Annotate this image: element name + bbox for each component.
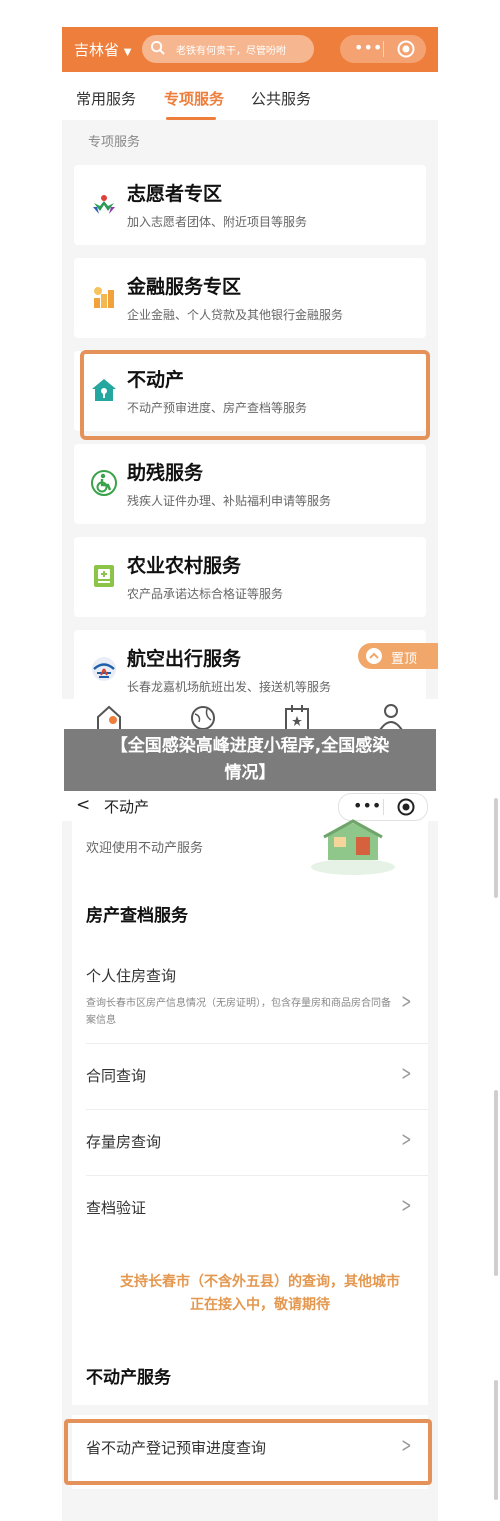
page-title: 不动产 [104, 798, 150, 816]
card-title: 助残服务 [127, 462, 204, 484]
card-desc: 残疾人证件办理、补贴福利申请等服务 [127, 494, 332, 508]
card-disability[interactable]: 助残服务 残疾人证件办理、补贴福利申请等服务 [74, 444, 426, 524]
real-estate-screen: < 不动产 ••• 欢迎使用不动产服务 房产查档服务 个人住房查询 查询长春市区… [62, 791, 438, 1521]
highlight-box [64, 1419, 432, 1485]
miniprogram-capsule: ••• [340, 35, 426, 63]
card-title: 航空出行服务 [127, 648, 242, 670]
row-contract-query[interactable]: 合同查询 > [72, 1045, 428, 1109]
more-button[interactable]: ••• [354, 38, 382, 57]
globe-icon[interactable] [189, 704, 217, 730]
active-tab-indicator [166, 117, 216, 120]
scrollbar[interactable] [494, 1380, 498, 1500]
top-bar: 吉林省 ▼ 老铁有何贵干，尽管吩咐 ••• [62, 27, 438, 72]
chevron-right-icon: > [401, 1127, 412, 1151]
back-button[interactable]: < [76, 795, 90, 815]
search-icon [150, 40, 165, 55]
capsule-divider [383, 799, 384, 815]
card-desc: 农产品承诺达标合格证等服务 [127, 587, 284, 601]
row-title: 查档验证 [86, 1199, 147, 1217]
notice-line-1: 支持长春市（不含外五县）的查询，其他城市 [120, 1274, 400, 1290]
scrollbar[interactable] [494, 798, 498, 898]
capsule-divider [383, 41, 384, 57]
search-input[interactable]: 老铁有何贵干，尽管吩咐 [142, 35, 314, 63]
card-agriculture[interactable]: 农业农村服务 农产品承诺达标合格证等服务 [74, 537, 426, 617]
section-title: 不动产服务 [86, 1368, 171, 1388]
arrow-up-icon [366, 648, 382, 664]
bottom-nav [62, 700, 438, 730]
house-illustration-icon [311, 819, 395, 875]
tab-special[interactable]: 专项服务 [164, 88, 224, 109]
divider [86, 1175, 428, 1176]
search-placeholder: 老铁有何贵干，尽管吩咐 [176, 46, 286, 57]
user-icon[interactable] [377, 702, 405, 730]
row-title: 个人住房查询 [86, 967, 177, 985]
back-to-top-label: 置顶 [391, 652, 418, 667]
scrollbar[interactable] [494, 1090, 498, 1276]
notice-line-2: 正在接入中，敬请期待 [190, 1297, 330, 1313]
volunteer-icon [93, 195, 115, 214]
tab-public[interactable]: 公共服务 [251, 88, 311, 109]
section-label: 专项服务 [88, 135, 141, 150]
chevron-right-icon: > [401, 989, 412, 1013]
card-desc: 加入志愿者团体、附近项目等服务 [127, 215, 308, 229]
close-target-icon[interactable] [397, 798, 415, 816]
close-target-icon[interactable] [397, 40, 415, 58]
row-stock-house[interactable]: 存量房查询 > [72, 1111, 428, 1175]
province-selector[interactable]: 吉林省 ▼ [74, 39, 132, 60]
caption-line-1: 【全国感染高峰进度小程序,全国感染 [110, 736, 390, 756]
archive-panel: 房产查档服务 个人住房查询 查询长春市区房产信息情况（无房证明），包含存量房和商… [72, 885, 428, 1405]
card-finance[interactable]: 金融服务专区 企业金融、个人贷款及其他银行金融服务 [74, 258, 426, 338]
welcome-text: 欢迎使用不动产服务 [86, 841, 204, 856]
back-to-top-button[interactable]: 置顶 [358, 643, 438, 669]
row-title: 存量房查询 [86, 1133, 162, 1151]
chevron-down-icon: ▼ [123, 47, 132, 58]
province-label: 吉林省 [74, 41, 120, 59]
agriculture-icon [94, 565, 114, 587]
chevron-right-icon: > [401, 1061, 412, 1085]
airport-icon [92, 657, 116, 681]
card-desc: 长春龙嘉机场航班出发、接送机等服务 [127, 680, 332, 694]
card-title: 金融服务专区 [127, 276, 242, 298]
divider [86, 1109, 428, 1110]
row-desc: 查询长春市区房产信息情况（无房证明），包含存量房和商品房合同备案信息 [86, 998, 391, 1026]
tab-bar: 常用服务 专项服务 公共服务 [62, 72, 438, 120]
more-button[interactable]: ••• [353, 796, 381, 815]
chevron-right-icon: > [401, 1193, 412, 1217]
coverage-notice: 支持长春市（不含外五县）的查询，其他城市 正在接入中，敬请期待 [92, 1271, 428, 1317]
card-desc: 企业金融、个人贷款及其他银行金融服务 [127, 308, 344, 322]
calendar-icon[interactable] [283, 704, 311, 730]
caption-banner: 【全国感染高峰进度小程序,全国感染 情况】 [64, 729, 436, 795]
highlight-box [80, 350, 430, 440]
divider [86, 1043, 428, 1044]
section-title: 房产查档服务 [86, 906, 188, 926]
caption-line-2: 情况】 [224, 763, 276, 783]
service-screen: 吉林省 ▼ 老铁有何贵干，尽管吩咐 ••• 常用服务 专项服务 公共服务 专项服… [62, 27, 438, 699]
finance-icon [94, 287, 114, 308]
home-icon[interactable] [95, 704, 123, 730]
tab-common[interactable]: 常用服务 [76, 88, 136, 109]
row-personal-housing[interactable]: 个人住房查询 查询长春市区房产信息情况（无房证明），包含存量房和商品房合同备案信… [72, 949, 428, 1039]
disability-icon [91, 470, 117, 496]
card-title: 农业农村服务 [127, 555, 242, 577]
card-title: 志愿者专区 [127, 183, 223, 205]
welcome-banner: 欢迎使用不动产服务 [72, 819, 428, 885]
card-volunteer[interactable]: 志愿者专区 加入志愿者团体、附近项目等服务 [74, 165, 426, 245]
row-archive-verify[interactable]: 查档验证 > [72, 1177, 428, 1241]
row-title: 合同查询 [86, 1067, 147, 1085]
